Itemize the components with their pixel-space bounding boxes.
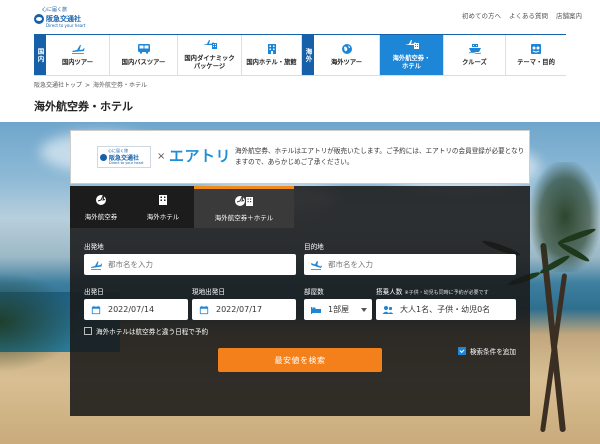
nav-label: 海外航空券・ ホテル xyxy=(392,54,431,70)
plane-globe-icon xyxy=(96,194,106,205)
breadcrumb: 阪急交通社トップ > 海外航空券・ホテル xyxy=(34,80,147,89)
nav-domestic-dynamic-package[interactable]: 国内ダイナミック パッケージ xyxy=(178,35,242,75)
nav-label: クルーズ xyxy=(462,58,487,66)
building-icon xyxy=(159,194,167,205)
nav-theme-purpose[interactable]: テーマ・目的 xyxy=(506,35,566,75)
utility-links: 初めての方へ よくある質問 店舗案内 xyxy=(462,10,582,20)
nav-label: 国内バスツアー xyxy=(121,58,166,66)
calendar-icon xyxy=(91,305,101,314)
bed-icon xyxy=(311,306,321,314)
cruise-icon xyxy=(467,43,483,55)
passengers-note: ※子供・幼児も同時に予約が必要です xyxy=(404,290,489,296)
palm-foliage-shape xyxy=(530,162,600,272)
nav-label: 国内ツアー xyxy=(61,58,94,66)
globe-icon xyxy=(339,43,355,55)
checkbox-box[interactable] xyxy=(84,327,92,335)
tab-overseas-flight[interactable]: 海外航空券 xyxy=(70,186,132,228)
destination-input[interactable]: 都市名を入力 xyxy=(304,254,516,275)
passengers-label-text: 搭乗人数 xyxy=(376,288,403,296)
nav-overseas-tour[interactable]: 海外ツアー xyxy=(314,35,380,75)
depart-date-label: 出発日 xyxy=(84,288,104,296)
logo-mark-icon xyxy=(100,154,107,161)
breadcrumb-separator-icon: > xyxy=(85,82,91,89)
tab-spacer xyxy=(294,186,530,228)
depart-date-value: 2022/07/14 xyxy=(108,305,155,314)
different-dates-checkbox[interactable]: 海外ホテルは航空券と違う日程で予約 xyxy=(84,326,208,336)
passengers-value: 大人1名、子供・幼児0名 xyxy=(400,305,491,314)
plane-hotel-icon xyxy=(404,39,420,51)
local-date-input[interactable]: 2022/07/17 xyxy=(192,299,296,320)
tab-label: 海外ホテル xyxy=(146,212,180,221)
calendar-icon xyxy=(199,305,209,314)
checkbox-checked-icon[interactable] xyxy=(457,347,466,355)
partner-notice: 心に届く旅 阪急交通社 Direct to your heart × エアトリ … xyxy=(70,130,530,184)
passengers-label: 搭乗人数 ※子供・幼児も同時に予約が必要です xyxy=(376,286,489,296)
theme-icon xyxy=(528,43,544,55)
rooms-value: 1部屋 xyxy=(328,305,350,314)
add-conditions-label: 検索条件を追加 xyxy=(469,348,516,356)
depart-date-input[interactable]: 2022/07/14 xyxy=(84,299,188,320)
partner-notice-text: 海外航空券、ホテルはエアトリが販売いたします。ご予約には、エアトリの会員登録が必… xyxy=(235,147,525,166)
bus-icon xyxy=(136,43,152,55)
link-faq[interactable]: よくある質問 xyxy=(509,10,548,20)
nav-overseas-air-hotel[interactable]: 海外航空券・ ホテル xyxy=(380,35,444,75)
nav-label: 国内ホテル・旅館 xyxy=(246,58,297,66)
departure-label: 出発地 xyxy=(84,243,104,251)
tab-label: 海外航空券 xyxy=(84,212,118,221)
different-dates-label: 海外ホテルは航空券と違う日程で予約 xyxy=(96,328,209,336)
passengers-input[interactable]: 大人1名、子供・幼児0名 xyxy=(376,299,516,320)
search-form: 海外航空券 海外ホテル 海外航空券＋ホテル 出発地 都市名を入力 目的地 都市名… xyxy=(70,186,530,416)
search-cheapest-button[interactable]: 最安値を検索 xyxy=(218,348,382,372)
times-symbol: × xyxy=(157,151,166,162)
nav-label: テーマ・目的 xyxy=(517,58,555,66)
partner-logo-english: Direct to your heart xyxy=(109,161,144,165)
main-nav: 国内 国内ツアー 国内バスツアー 国内ダイナミック パッケージ 国内ホテル・旅館… xyxy=(34,34,566,76)
nav-domestic-tour[interactable]: 国内ツアー xyxy=(46,35,110,75)
link-stores[interactable]: 店舗案内 xyxy=(556,10,582,20)
breadcrumb-home[interactable]: 阪急交通社トップ xyxy=(34,82,82,89)
dynamic-package-icon xyxy=(202,39,218,51)
logo-mark-icon xyxy=(34,14,44,24)
nav-label: 海外ツアー xyxy=(330,58,363,66)
plane-takeoff-icon xyxy=(91,261,102,270)
rooms-label: 部屋数 xyxy=(304,288,324,296)
link-first-time[interactable]: 初めての方へ xyxy=(462,10,501,20)
local-date-value: 2022/07/17 xyxy=(216,305,263,314)
logo-tagline: 心に届く旅 xyxy=(42,7,68,13)
tab-label: 海外航空券＋ホテル xyxy=(214,214,274,222)
people-icon xyxy=(382,305,394,314)
destination-placeholder: 都市名を入力 xyxy=(328,260,373,269)
search-panel: 心に届く旅 阪急交通社 Direct to your heart × エアトリ … xyxy=(70,130,530,416)
destination-label: 目的地 xyxy=(304,243,324,251)
chevron-down-icon xyxy=(361,307,367,312)
logo-english: Direct to your heart xyxy=(46,23,86,28)
plane-globe-building-icon xyxy=(235,196,253,206)
breadcrumb-current: 海外航空券・ホテル xyxy=(93,82,148,89)
partner-hankyu-logo: 心に届く旅 阪急交通社 Direct to your heart xyxy=(97,146,151,168)
tab-overseas-flight-hotel[interactable]: 海外航空券＋ホテル xyxy=(194,186,294,228)
nav-group-overseas: 海外 xyxy=(302,35,314,75)
plane-domestic-icon xyxy=(70,43,86,55)
top-header: 心に届く旅 阪急交通社 Direct to your heart 初めての方へ … xyxy=(0,0,600,34)
nav-label: 国内ダイナミック パッケージ xyxy=(184,54,235,70)
tab-overseas-hotel[interactable]: 海外ホテル xyxy=(132,186,194,228)
rooms-select[interactable]: 1部屋 xyxy=(304,299,372,320)
local-date-label: 現地出発日 xyxy=(192,288,225,296)
nav-group-domestic: 国内 xyxy=(34,35,46,75)
hotel-icon xyxy=(264,43,280,55)
nav-domestic-bus-tour[interactable]: 国内バスツアー xyxy=(110,35,178,75)
search-tabs: 海外航空券 海外ホテル 海外航空券＋ホテル xyxy=(70,186,530,228)
nav-domestic-hotel[interactable]: 国内ホテル・旅館 xyxy=(242,35,302,75)
departure-placeholder: 都市名を入力 xyxy=(108,260,153,269)
site-logo[interactable]: 心に届く旅 阪急交通社 Direct to your heart xyxy=(34,6,94,28)
add-conditions-toggle[interactable]: 検索条件を追加 xyxy=(457,346,516,356)
nav-cruise[interactable]: クルーズ xyxy=(444,35,506,75)
departure-input[interactable]: 都市名を入力 xyxy=(84,254,296,275)
plane-landing-icon xyxy=(311,260,322,270)
page-title: 海外航空券・ホテル xyxy=(34,100,133,113)
palm-foliage-shape xyxy=(0,272,80,372)
airtrip-logo: エアトリ xyxy=(169,147,232,165)
